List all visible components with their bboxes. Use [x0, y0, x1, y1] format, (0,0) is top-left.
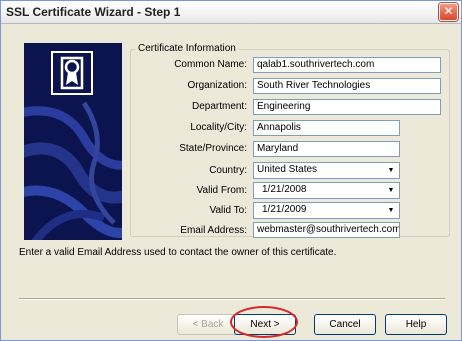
email-label: Email Address: [180, 225, 247, 236]
close-icon: ✕ [443, 4, 454, 18]
wizard-window: SSL Certificate Wizard - Step 1 ✕ Certif… [0, 0, 462, 341]
locality-label: Locality/City: [190, 122, 247, 133]
state-input[interactable]: Maryland [253, 141, 400, 157]
wizard-banner-image [24, 43, 122, 240]
chevron-down-icon[interactable]: ▼ [384, 164, 398, 177]
valid-from-value: 1/21/2008 [262, 184, 307, 195]
button-separator [19, 298, 445, 300]
valid-to-value: 1/21/2009 [262, 204, 307, 215]
department-label: Department: [191, 101, 247, 112]
next-button-highlight [230, 306, 298, 338]
organization-label: Organization: [187, 80, 247, 91]
common-name-label: Common Name: [174, 59, 247, 70]
valid-to-label: Valid To: [209, 205, 247, 216]
chevron-down-icon[interactable]: ▼ [384, 204, 398, 217]
country-select[interactable]: United States ▼ [253, 162, 400, 179]
common-name-input[interactable]: qalab1.southrivertech.com [253, 57, 441, 73]
help-message: Enter a valid Email Address used to cont… [19, 247, 337, 258]
locality-input[interactable]: Annapolis [253, 120, 400, 136]
chevron-down-icon[interactable]: ▼ [384, 184, 398, 197]
valid-to-picker[interactable]: 1/21/2009 ▼ [253, 202, 400, 219]
country-label: Country: [209, 165, 247, 176]
department-input[interactable]: Engineering [253, 99, 441, 115]
country-value: United States [257, 164, 318, 175]
help-button[interactable]: Help [385, 314, 447, 335]
group-label: Certificate Information [135, 43, 239, 54]
email-input[interactable]: webmaster@southrivertech.com [253, 222, 400, 238]
certificate-icon [51, 51, 93, 95]
close-button[interactable]: ✕ [439, 3, 458, 21]
window-title: SSL Certificate Wizard - Step 1 [6, 5, 181, 19]
cancel-button[interactable]: Cancel [314, 314, 376, 335]
valid-from-picker[interactable]: 1/21/2008 ▼ [253, 182, 400, 199]
organization-input[interactable]: South River Technologies [253, 78, 441, 94]
state-label: State/Province: [179, 143, 247, 154]
valid-from-label: Valid From: [196, 185, 247, 196]
title-bar: SSL Certificate Wizard - Step 1 ✕ [1, 1, 461, 24]
